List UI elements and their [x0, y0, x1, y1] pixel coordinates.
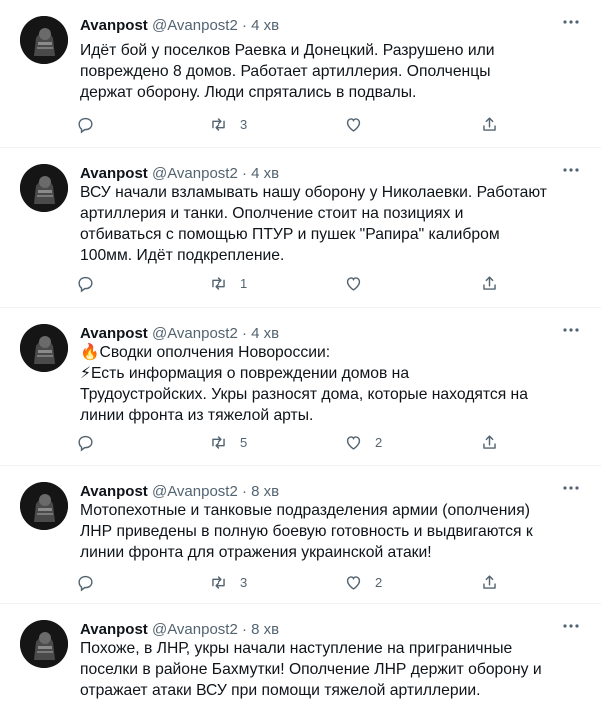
separator-dot: ·: [241, 17, 247, 34]
separator-dot: ·: [241, 483, 247, 500]
retweet-icon: [212, 276, 225, 290]
timestamp[interactable]: 8 хв: [251, 483, 279, 500]
share-icon: [483, 116, 496, 131]
tweet-actions: 1: [76, 271, 516, 295]
more-icon[interactable]: [559, 322, 583, 342]
retweet-button[interactable]: 5: [209, 430, 247, 454]
timestamp[interactable]: 8 хв: [251, 621, 279, 638]
avatar[interactable]: [20, 620, 68, 668]
retweet-count: 3: [240, 574, 248, 590]
reply-icon: [78, 117, 93, 133]
heart-icon: [346, 276, 361, 291]
author-name[interactable]: Avanpost: [80, 483, 148, 500]
like-count: 2: [375, 574, 383, 590]
like-button[interactable]: [344, 112, 375, 136]
tweet-text: ВСУ начали взламывать нашу оборону у Ник…: [80, 184, 547, 264]
separator-dot: ·: [241, 165, 247, 182]
tweet[interactable]: Avanpost @Avanpost2 · 8 хв Похоже, в ЛНР…: [0, 604, 601, 708]
like-button[interactable]: 2: [344, 570, 382, 594]
retweet-icon: [212, 575, 225, 589]
tweet[interactable]: Avanpost @Avanpost2 · 4 хв ВСУ начали вз…: [0, 148, 601, 308]
reply-button[interactable]: [76, 430, 107, 454]
share-button[interactable]: [480, 430, 499, 454]
tweet-header: Avanpost @Avanpost2 · 4 хв: [80, 164, 585, 184]
tweet-text: Мотопехотные и танковые подразделения ар…: [80, 502, 533, 561]
avatar[interactable]: [20, 16, 68, 64]
retweet-button[interactable]: 3: [209, 570, 247, 594]
heart-icon: [346, 435, 361, 450]
tweet-actions: 3: [76, 112, 516, 136]
author-name[interactable]: Avanpost: [80, 165, 148, 182]
retweet-button[interactable]: 3: [209, 112, 247, 136]
share-button[interactable]: [480, 570, 499, 594]
reply-button[interactable]: [76, 271, 107, 295]
tweet-text: 🔥Сводки ополчения Новороссии: ⚡Есть инфо…: [80, 344, 528, 424]
share-button[interactable]: [480, 271, 499, 295]
author-handle[interactable]: @Avanpost2: [152, 483, 238, 500]
timestamp[interactable]: 4 хв: [251, 17, 279, 34]
like-button[interactable]: [344, 271, 375, 295]
more-icon[interactable]: [559, 162, 583, 182]
tweet-text: Похоже, в ЛНР, укры начали наступление н…: [80, 640, 542, 699]
author-handle[interactable]: @Avanpost2: [152, 17, 238, 34]
share-icon: [483, 574, 496, 589]
tweet[interactable]: Avanpost @Avanpost2 · 4 хв Идёт бой у по…: [0, 0, 601, 148]
timestamp[interactable]: 4 хв: [251, 165, 279, 182]
author-name[interactable]: Avanpost: [80, 325, 148, 342]
reply-button[interactable]: [76, 570, 107, 594]
tweet-header: Avanpost @Avanpost2 · 4 хв: [80, 16, 585, 36]
reply-icon: [78, 575, 93, 591]
retweet-count: 3: [240, 116, 248, 132]
author-name[interactable]: Avanpost: [80, 17, 148, 34]
separator-dot: ·: [241, 325, 247, 342]
avatar[interactable]: [20, 482, 68, 530]
author-handle[interactable]: @Avanpost2: [152, 325, 238, 342]
retweet-icon: [212, 117, 225, 131]
share-button[interactable]: [480, 112, 499, 136]
tweet-header: Avanpost @Avanpost2 · 4 хв: [80, 324, 585, 344]
retweet-count: 5: [240, 434, 248, 450]
tweet[interactable]: Avanpost @Avanpost2 · 4 хв 🔥Сводки ополч…: [0, 308, 601, 466]
like-button[interactable]: 2: [344, 430, 382, 454]
tweet-text: Идёт бой у поселков Раевка и Донецкий. Р…: [80, 42, 495, 101]
tweet-header: Avanpost @Avanpost2 · 8 хв: [80, 620, 585, 640]
heart-icon: [346, 117, 361, 132]
avatar-image: [20, 324, 68, 372]
tweet-feed: Avanpost @Avanpost2 · 4 хв Идёт бой у по…: [0, 0, 601, 708]
tweet-actions: 5 2: [76, 430, 516, 454]
reply-icon: [78, 435, 93, 451]
author-name[interactable]: Avanpost: [80, 621, 148, 638]
tweet-header: Avanpost @Avanpost2 · 8 хв: [80, 482, 585, 502]
author-handle[interactable]: @Avanpost2: [152, 165, 238, 182]
retweet-button[interactable]: 1: [209, 271, 247, 295]
tweet[interactable]: Avanpost @Avanpost2 · 8 хв Мотопехотные …: [0, 466, 601, 604]
tweet-actions: 3 2: [76, 570, 516, 594]
retweet-icon: [212, 435, 225, 449]
avatar-image: [20, 482, 68, 530]
avatar[interactable]: [20, 324, 68, 372]
more-icon[interactable]: [559, 14, 583, 34]
more-icon[interactable]: [559, 480, 583, 500]
avatar[interactable]: [20, 164, 68, 212]
reply-icon: [78, 276, 93, 292]
author-handle[interactable]: @Avanpost2: [152, 621, 238, 638]
avatar-image: [20, 16, 68, 64]
share-icon: [483, 434, 496, 449]
heart-icon: [346, 575, 361, 590]
more-icon[interactable]: [559, 618, 583, 638]
avatar-image: [20, 620, 68, 668]
share-icon: [483, 275, 496, 290]
timestamp[interactable]: 4 хв: [251, 325, 279, 342]
reply-button[interactable]: [76, 112, 107, 136]
avatar-image: [20, 164, 68, 212]
separator-dot: ·: [241, 621, 247, 638]
like-count: 2: [375, 434, 383, 450]
retweet-count: 1: [240, 275, 248, 291]
